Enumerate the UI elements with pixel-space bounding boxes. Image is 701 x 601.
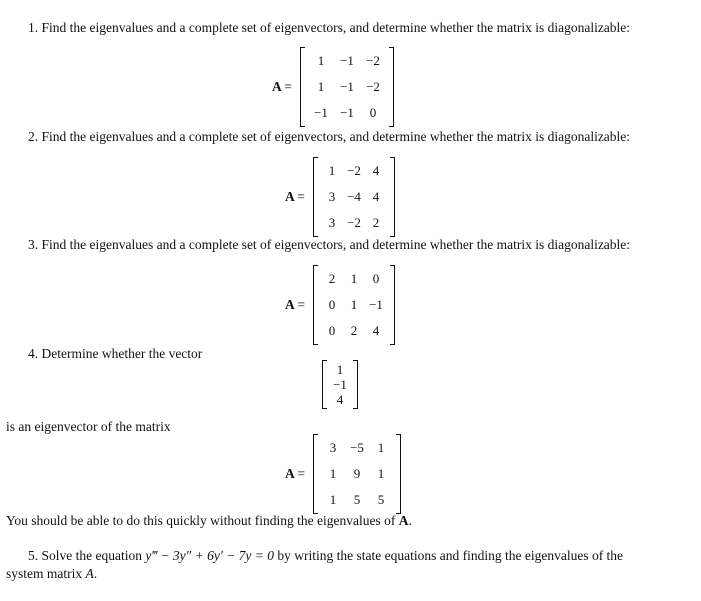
matrix-cell: 2 — [372, 215, 380, 230]
matrix-cell: 1 — [377, 466, 385, 481]
matrix-cell: 1 — [317, 79, 325, 94]
matrix-cell: 4 — [372, 163, 380, 178]
problem-4-text: 4. Determine whether the vector — [28, 346, 203, 361]
matrix-cell: 0 — [328, 323, 336, 338]
matrix-cell: 1 — [350, 297, 358, 312]
matrix-cell: −1 — [340, 105, 354, 120]
vector-cell: 1 — [336, 361, 344, 377]
matrix-cell: 1 — [317, 53, 325, 68]
problem-4-matrix: A = 3 −5 1 1 9 1 1 5 5 — [285, 434, 402, 514]
vector-cell: 4 — [336, 391, 344, 407]
matrix-cell: −2 — [347, 215, 361, 230]
matrix-grid: 3 −5 1 1 9 1 1 5 5 — [313, 434, 402, 514]
matrix-cell: −5 — [350, 440, 364, 455]
matrix-cell: 4 — [372, 189, 380, 204]
problem-4-vector: 1 −1 4 — [322, 360, 358, 409]
matrix-cell: 1 — [329, 466, 337, 481]
problem-4-text2: is an eigenvector of the matrix — [6, 419, 171, 434]
matrix-cell: 0 — [328, 297, 336, 312]
matrix-grid: 2 1 0 0 1 −1 0 2 4 — [313, 265, 396, 345]
matrix-cell: 1 — [350, 271, 358, 286]
equation: y‴ − 3y″ + 6y′ − 7y = 0 — [145, 548, 275, 563]
matrix-cell: 9 — [353, 466, 361, 481]
problem-1-text: 1. Find the eigenvalues and a complete s… — [28, 20, 631, 35]
matrix-cell: 1 — [328, 163, 336, 178]
matrix-cell: 2 — [328, 271, 336, 286]
problem-1-matrix: A = 1 −1 −2 1 −1 −2 −1 −1 0 — [272, 47, 395, 127]
matrix-label: A = — [285, 466, 306, 481]
matrix-grid: 1 −2 4 3 −4 4 3 −2 2 — [313, 157, 396, 237]
matrix-cell: 0 — [372, 271, 380, 286]
matrix-cell: 3 — [328, 215, 336, 230]
matrix-cell: 1 — [377, 440, 385, 455]
problem-5-line1: 5. Solve the equation y‴ − 3y″ + 6y′ − 7… — [28, 548, 624, 563]
matrix-cell: −1 — [369, 297, 383, 312]
matrix-cell: 5 — [353, 492, 361, 507]
matrix-cell: −2 — [366, 79, 380, 94]
vector-cell: −1 — [333, 376, 347, 392]
matrix-label: A = — [285, 297, 306, 312]
matrix-grid: 1 −1 −2 1 −1 −2 −1 −1 0 — [300, 47, 395, 127]
problem-3-text: 3. Find the eigenvalues and a complete s… — [28, 237, 631, 252]
matrix-label: A = — [272, 79, 293, 94]
matrix-cell: −1 — [340, 53, 354, 68]
matrix-cell: 0 — [369, 105, 377, 120]
vector-grid: 1 −1 4 — [322, 360, 358, 409]
matrix-cell: 3 — [328, 189, 336, 204]
matrix-cell: 3 — [329, 440, 337, 455]
matrix-cell: −2 — [366, 53, 380, 68]
problem-2-matrix: A = 1 −2 4 3 −4 4 3 −2 2 — [285, 157, 396, 237]
problem-4-note: You should be able to do this quickly wi… — [6, 513, 412, 528]
problem-3-matrix: A = 2 1 0 0 1 −1 0 2 4 — [285, 265, 396, 345]
matrix-label: A = — [285, 189, 306, 204]
matrix-cell: −1 — [314, 105, 328, 120]
matrix-cell: −1 — [340, 79, 354, 94]
matrix-cell: 5 — [377, 492, 385, 507]
problem-2-text: 2. Find the eigenvalues and a complete s… — [28, 129, 631, 144]
matrix-cell: −4 — [347, 189, 361, 204]
matrix-cell: 4 — [372, 323, 380, 338]
matrix-cell: 1 — [329, 492, 337, 507]
matrix-cell: 2 — [350, 323, 358, 338]
problem-5-line2: system matrix A. — [6, 566, 98, 581]
matrix-cell: −2 — [347, 163, 361, 178]
